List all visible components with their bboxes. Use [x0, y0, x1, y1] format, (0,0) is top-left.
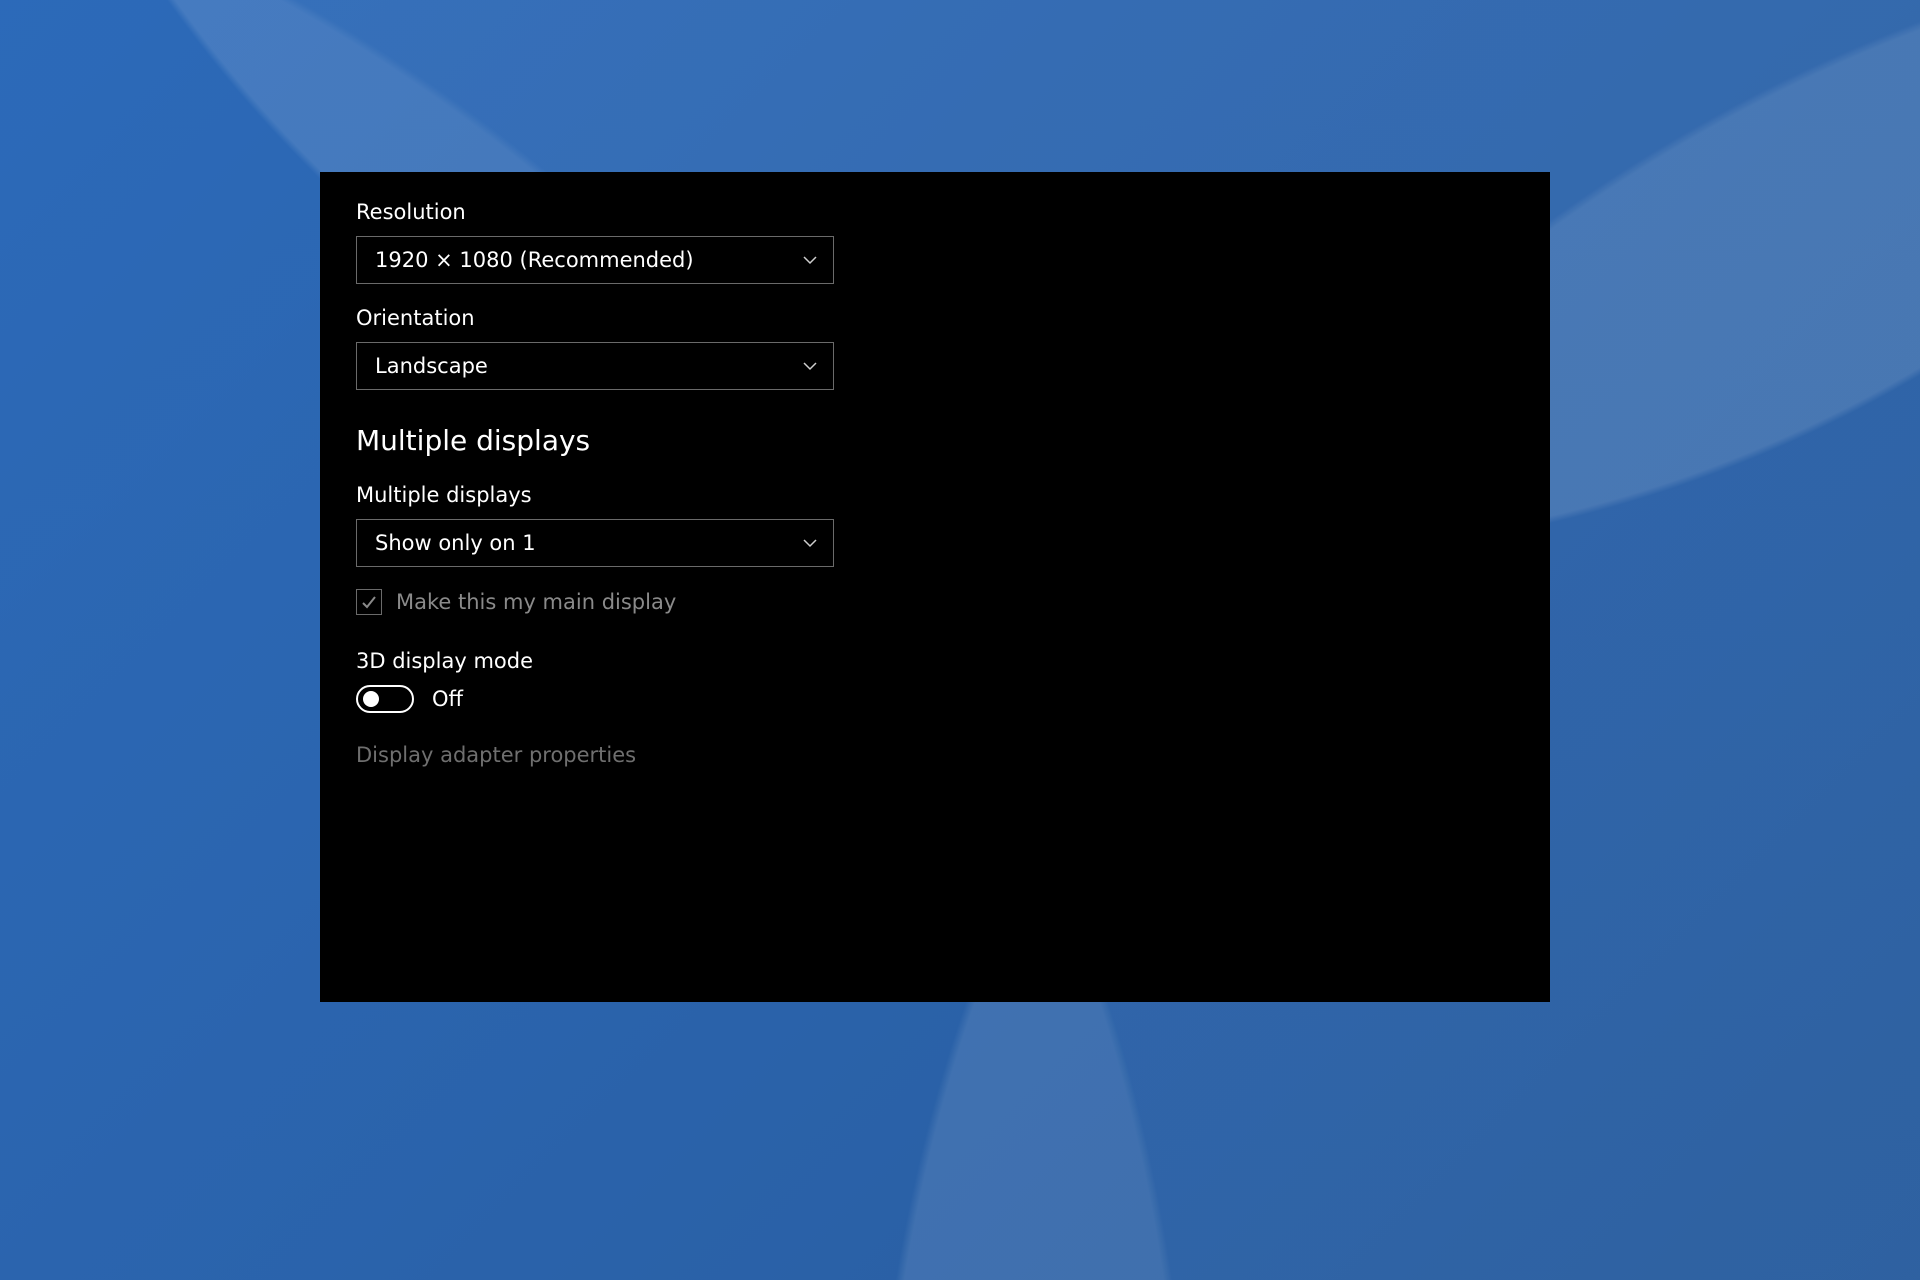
main-display-checkbox	[356, 589, 382, 615]
orientation-label: Orientation	[356, 306, 1514, 330]
resolution-dropdown[interactable]: 1920 × 1080 (Recommended)	[356, 236, 834, 284]
toggle-knob	[363, 691, 379, 707]
chevron-down-icon	[801, 357, 819, 375]
three-d-toggle-state: Off	[432, 687, 463, 711]
main-display-checkbox-row: Make this my main display	[356, 589, 1514, 615]
multiple-displays-dropdown[interactable]: Show only on 1	[356, 519, 834, 567]
multiple-displays-label: Multiple displays	[356, 483, 1514, 507]
three-d-mode-label: 3D display mode	[356, 649, 1514, 673]
main-display-checkbox-label: Make this my main display	[396, 590, 676, 614]
display-settings-panel: Resolution 1920 × 1080 (Recommended) Ori…	[320, 172, 1550, 1002]
three-d-toggle-row: Off	[356, 685, 1514, 713]
resolution-value: 1920 × 1080 (Recommended)	[375, 248, 694, 272]
chevron-down-icon	[801, 251, 819, 269]
orientation-dropdown[interactable]: Landscape	[356, 342, 834, 390]
multiple-displays-heading: Multiple displays	[356, 424, 1514, 457]
multiple-displays-value: Show only on 1	[375, 531, 536, 555]
resolution-label: Resolution	[356, 200, 1514, 224]
display-adapter-properties-link[interactable]: Display adapter properties	[356, 743, 1514, 767]
chevron-down-icon	[801, 534, 819, 552]
three-d-toggle[interactable]	[356, 685, 414, 713]
orientation-value: Landscape	[375, 354, 488, 378]
